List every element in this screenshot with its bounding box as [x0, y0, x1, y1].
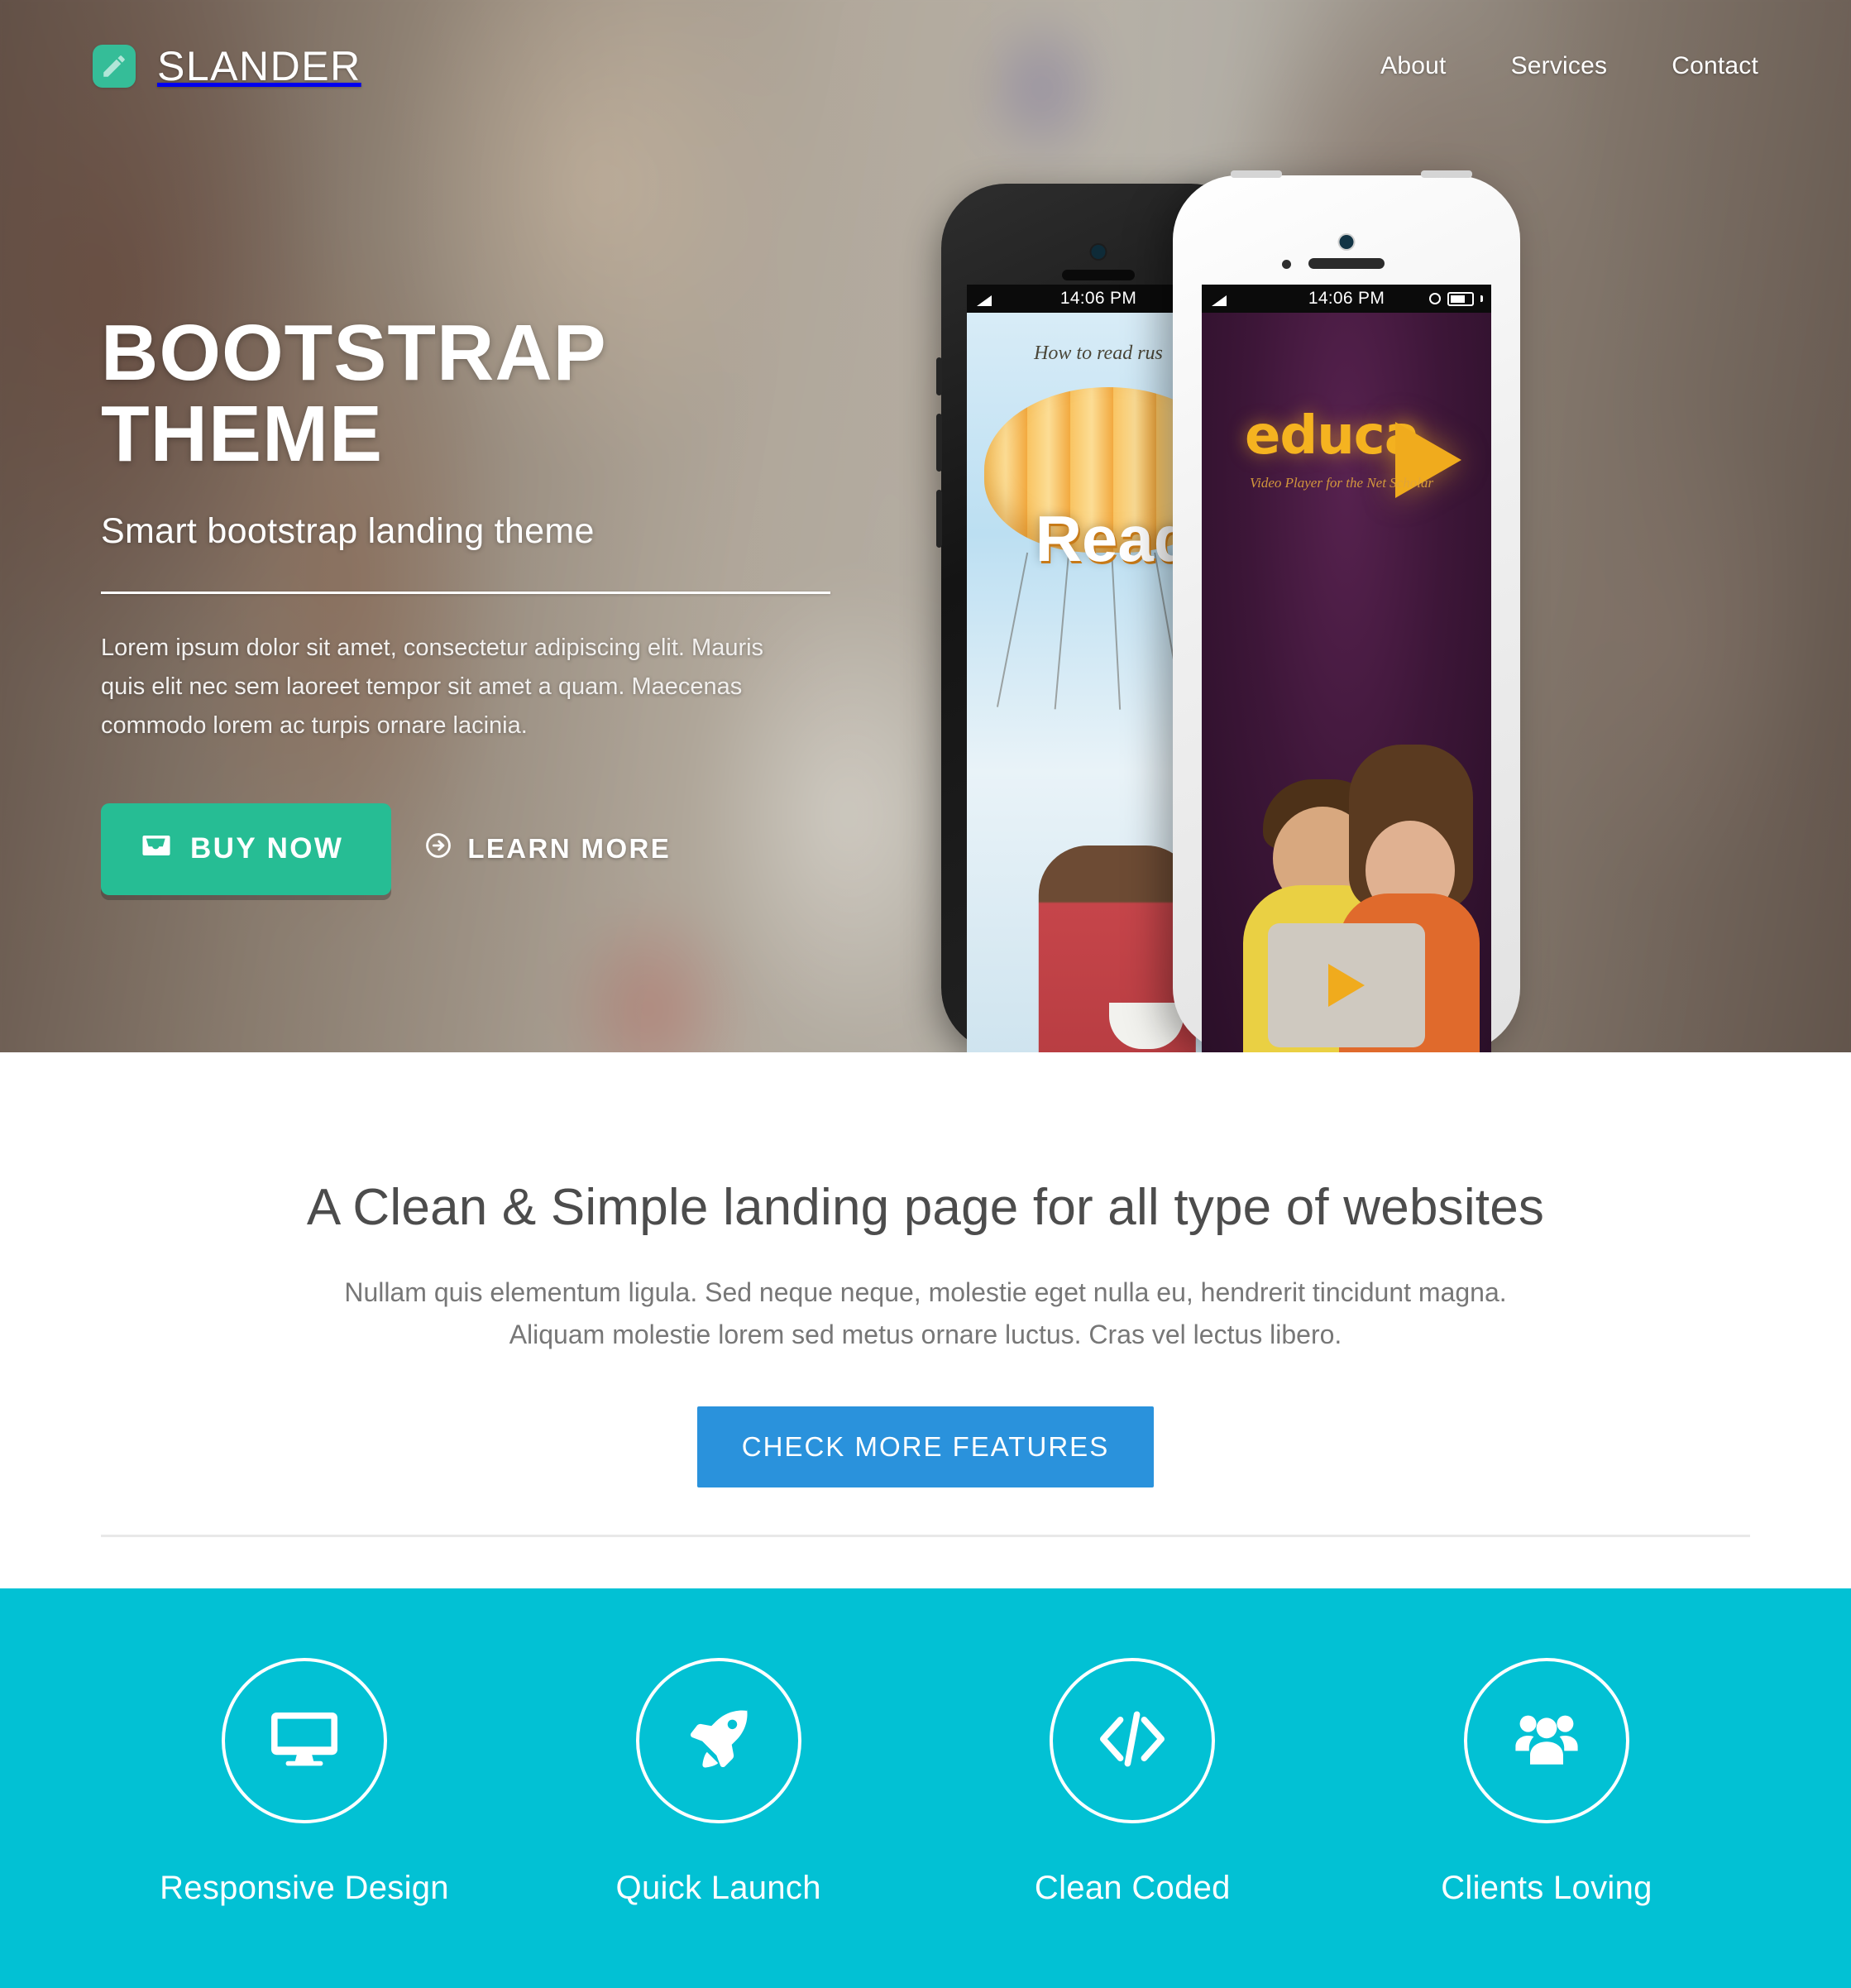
code-brackets-icon [1093, 1699, 1172, 1783]
features-section: Responsive Design Quick Launch Clean Cod… [0, 1588, 1851, 1988]
feature-item-quick-launch[interactable]: Quick Launch [520, 1658, 917, 1907]
phone-white: 14:06 PM educa Video Player for the Net … [1173, 170, 1520, 1052]
phone-antenna-band [1421, 170, 1472, 178]
front-camera-icon [1091, 245, 1106, 259]
brand-name: SLANDER [157, 43, 361, 89]
feature-item-responsive-design[interactable]: Responsive Design [106, 1658, 503, 1907]
status-bar-white: 14:06 PM [1202, 285, 1491, 313]
phone-power-button [1231, 170, 1282, 178]
intro-cta-wrapper: CHECK MORE FEATURES [0, 1406, 1851, 1488]
users-group-icon [1507, 1699, 1586, 1783]
educa-app-characters [1208, 728, 1485, 1052]
main-navbar: SLANDER About Services Contact [0, 0, 1851, 132]
status-time: 14:06 PM [1059, 289, 1137, 308]
hero-actions: BUY NOW LEARN MORE [101, 802, 945, 895]
phone-white-screen: 14:06 PM educa Video Player for the Net … [1202, 285, 1491, 1052]
arrow-circle-right-icon [424, 831, 452, 866]
feature-icon-circle [1050, 1658, 1216, 1823]
status-time: 14:06 PM [1308, 289, 1385, 308]
intro-content: A Clean & Simple landing page for all ty… [0, 1052, 1851, 1488]
monitor-icon [265, 1699, 344, 1783]
microphone-icon [1282, 260, 1291, 269]
feature-label: Clients Loving [1441, 1870, 1653, 1906]
battery-tip [1480, 295, 1483, 302]
intro-paragraph-line1: Nullam quis elementum ligula. Sed neque … [344, 1277, 1507, 1307]
educa-app-word: educa [1245, 405, 1420, 467]
hero-content: BOOTSTRAP THEME Smart bootstrap landing … [101, 313, 945, 895]
hero-title-line2: THEME [101, 389, 383, 478]
pencil-icon [93, 45, 136, 88]
feature-icon-circle [635, 1658, 801, 1823]
educa-app-screen: educa Video Player for the Net Scholar [1202, 313, 1491, 1052]
intro-divider [101, 1535, 1750, 1537]
intro-paragraph-line2: Aliquam molestie lorem sed metus ornare … [509, 1319, 1342, 1349]
hero-divider [101, 591, 830, 594]
rocket-icon [681, 1701, 757, 1781]
intro-section: A Clean & Simple landing page for all ty… [0, 1052, 1851, 1588]
signal-icon [977, 295, 992, 306]
intro-paragraph: Nullam quis elementum ligula. Sed neque … [0, 1272, 1851, 1355]
buy-now-button[interactable]: BUY NOW [101, 802, 392, 895]
inbox-icon [141, 831, 172, 867]
feature-icon-circle [1463, 1658, 1629, 1823]
phone-mockups: 14:06 PM How to read rus Read 14:06 PM e… [925, 170, 1851, 1052]
feature-label: Clean Coded [1034, 1870, 1231, 1906]
feature-item-clean-coded[interactable]: Clean Coded [934, 1658, 1331, 1907]
front-camera-icon [1339, 235, 1354, 249]
learn-more-link[interactable]: LEARN MORE [424, 831, 671, 866]
hero-title: BOOTSTRAP THEME [101, 313, 945, 475]
hero-section: 14:06 PM How to read rus Read 14:06 PM e… [0, 0, 1851, 1052]
signal-icon [1212, 295, 1227, 306]
hero-title-line1: BOOTSTRAP [101, 309, 607, 397]
educa-tablet-graphic [1268, 923, 1425, 1047]
nav-link-about[interactable]: About [1380, 52, 1446, 80]
earpiece-speaker [1062, 270, 1135, 280]
bluetooth-icon [1429, 293, 1441, 304]
intro-heading: A Clean & Simple landing page for all ty… [306, 1179, 1545, 1236]
nav-link-contact[interactable]: Contact [1672, 52, 1758, 80]
buy-now-label: BUY NOW [190, 832, 344, 865]
educa-app-tagline: Video Player for the Net Scholar [1250, 475, 1434, 491]
status-indicators [1429, 291, 1483, 306]
feature-label: Responsive Design [160, 1870, 449, 1906]
battery-icon [1447, 291, 1474, 306]
hero-paragraph: Lorem ipsum dolor sit amet, consectetur … [101, 634, 764, 739]
read-app-word: Read [1035, 502, 1193, 575]
check-more-features-button[interactable]: CHECK MORE FEATURES [696, 1406, 1155, 1488]
hero-subtitle: Smart bootstrap landing theme [101, 510, 595, 551]
feature-icon-circle [222, 1658, 387, 1823]
feature-label: Quick Launch [615, 1870, 821, 1906]
learn-more-label: LEARN MORE [467, 833, 672, 865]
nav-links: About Services Contact [1380, 52, 1758, 80]
feature-item-clients-loving[interactable]: Clients Loving [1348, 1658, 1745, 1907]
earpiece-speaker [1308, 258, 1385, 269]
brand-logo-link[interactable]: SLANDER [93, 42, 361, 90]
nav-link-services[interactable]: Services [1511, 52, 1608, 80]
